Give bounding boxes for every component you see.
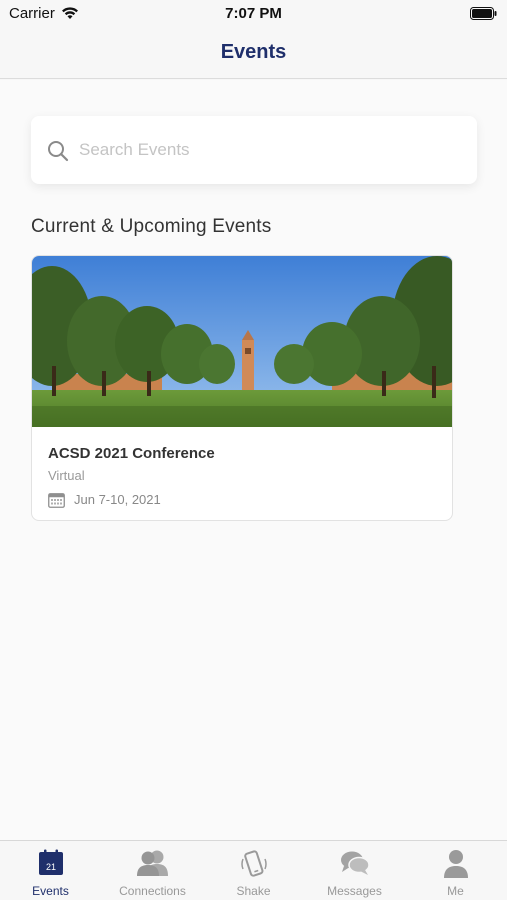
tab-label: Shake [236,884,271,898]
event-date: Jun 7-10, 2021 [74,492,161,507]
clock: 7:07 PM [225,5,282,22]
tab-shake[interactable]: Shake [203,841,304,900]
tab-connections[interactable]: Connections [102,841,203,900]
tab-label: Events [32,884,69,898]
main-content[interactable]: Current & Upcoming Events [0,80,507,840]
search-box[interactable] [31,116,477,184]
search-input[interactable] [79,136,459,164]
shake-phone-icon [203,849,304,881]
calendar-badge: 21 [45,862,55,872]
tab-label: Me [447,884,464,898]
status-bar: Carrier 7:07 PM [0,0,507,28]
tab-label: Messages [327,884,382,898]
navigation-bar: Events [0,28,507,79]
tab-messages[interactable]: Messages [304,841,405,900]
event-location: Virtual [48,468,85,483]
event-card[interactable]: ACSD 2021 Conference Virtual Jun 7-10, 2… [31,255,453,521]
battery-icon [470,7,497,25]
section-title: Current & Upcoming Events [31,216,272,237]
search-icon [47,140,69,167]
page-title: Events [220,41,287,63]
tab-me[interactable]: Me [405,841,506,900]
tab-bar: 21 Events Connections Shake Messages Me [0,840,507,900]
calendar-icon [48,492,65,513]
chat-bubbles-icon [304,849,405,881]
tab-events[interactable]: 21 Events [0,841,101,900]
people-icon [102,849,203,881]
calendar-icon: 21 [0,849,101,881]
person-icon [405,849,506,881]
tab-label: Connections [119,884,186,898]
event-image [32,256,452,427]
event-name: ACSD 2021 Conference [48,445,215,462]
